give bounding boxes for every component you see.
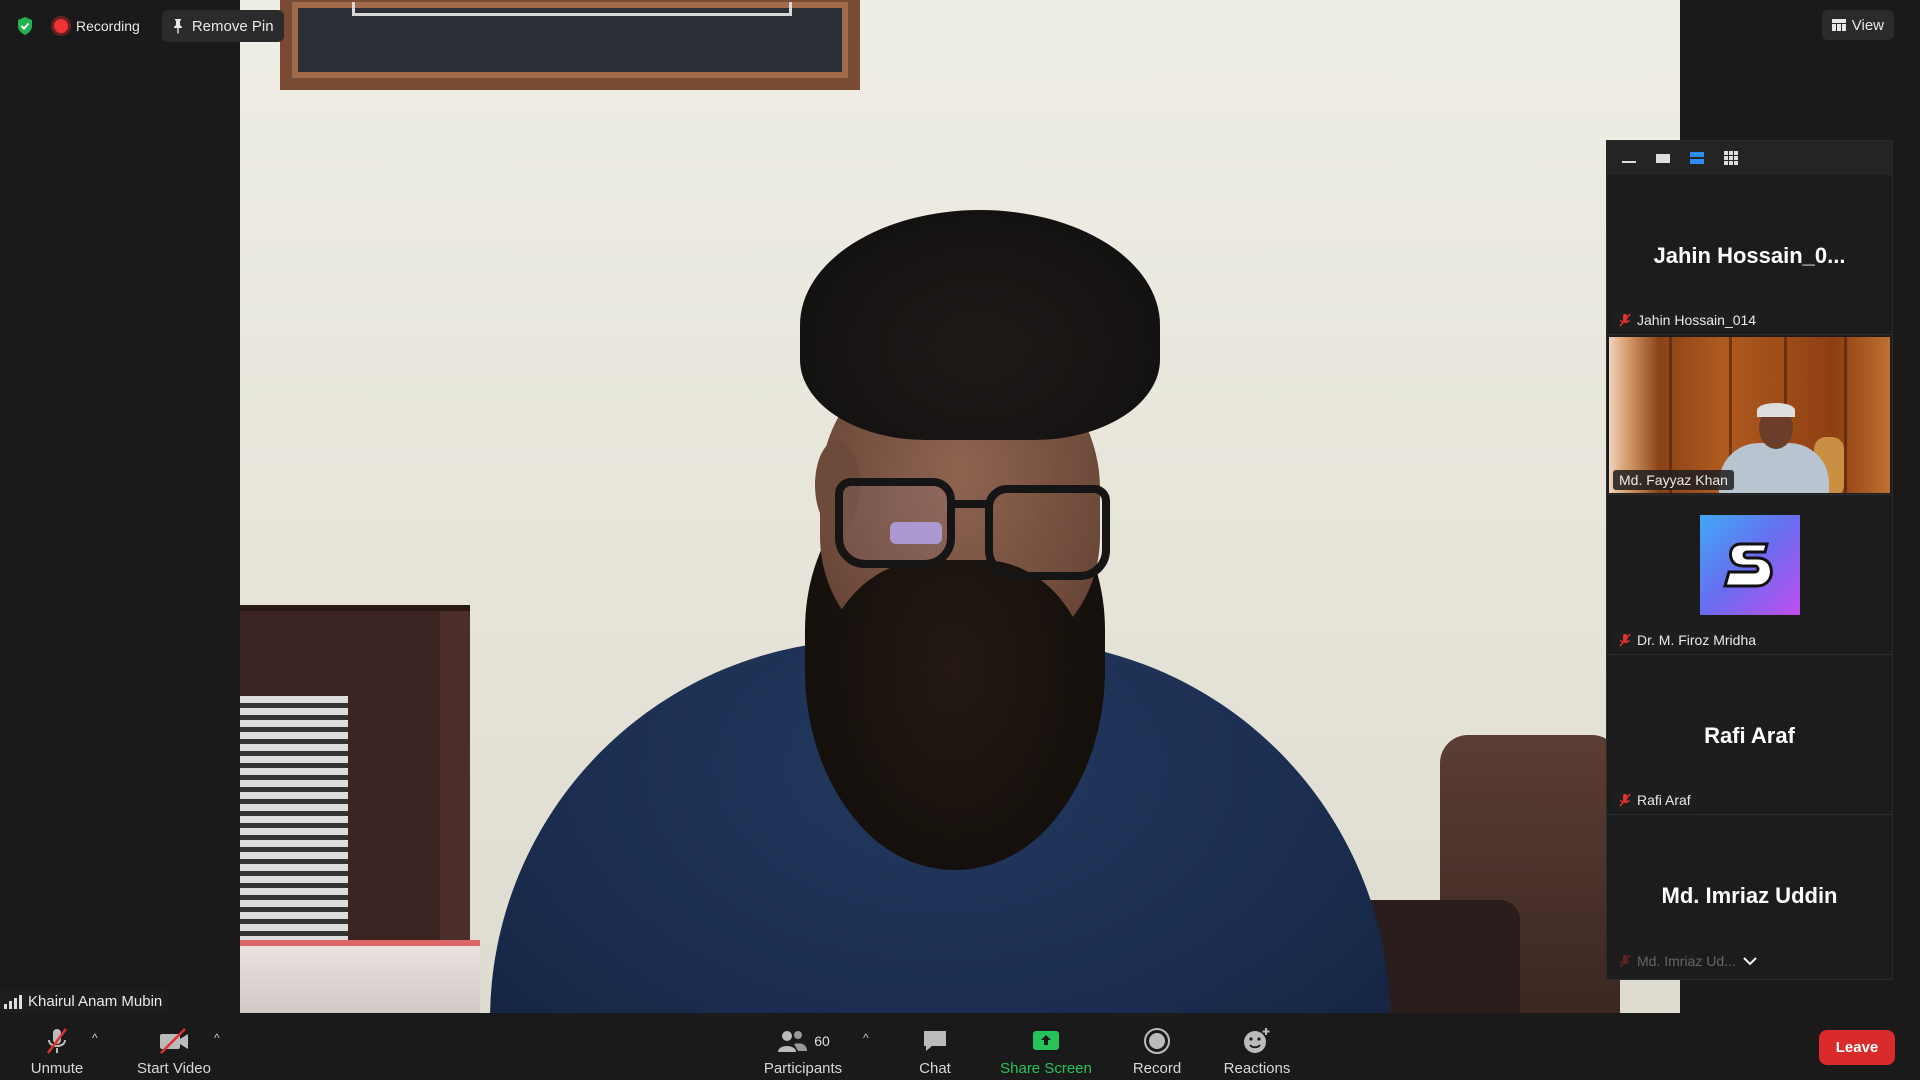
participant-display-name: Md. Imriaz Uddin — [1661, 883, 1838, 908]
audio-options-caret-icon[interactable]: ^ — [92, 1031, 98, 1045]
participants-caret-icon[interactable]: ^ — [863, 1031, 869, 1045]
participant-display-name: Jahin Hossain_0... — [1653, 243, 1846, 268]
participants-button[interactable]: 60 Participants — [760, 1021, 846, 1077]
reactions-smiley-icon — [1242, 1026, 1272, 1056]
participant-tile[interactable]: Md. Imriaz Uddin Md. Imriaz Ud... — [1607, 815, 1892, 975]
remove-pin-button[interactable]: Remove Pin — [161, 10, 284, 42]
participant-tile[interactable]: Dr. M. Firoz Mridha — [1607, 495, 1892, 655]
speaker-name-label: Khairul Anam Mubin — [0, 990, 169, 1013]
avatar — [1700, 515, 1800, 615]
record-icon — [1143, 1026, 1171, 1056]
muted-mic-icon — [1619, 793, 1631, 807]
remove-pin-label: Remove Pin — [191, 17, 274, 35]
speaker-person — [240, 0, 1680, 1013]
participant-name-label: Rafi Araf — [1613, 790, 1697, 810]
s-logo-icon — [1723, 542, 1773, 588]
zoom-meeting-window: Recording Remove Pin View Jahin Hossain_… — [0, 0, 1920, 1080]
chat-button[interactable]: Chat — [910, 1021, 960, 1077]
chat-bubble-icon — [921, 1026, 949, 1056]
top-left-bar: Recording Remove Pin — [14, 10, 284, 42]
grid-view-icon — [1831, 19, 1846, 31]
participant-name-label: Dr. M. Firoz Mridha — [1613, 630, 1763, 650]
participant-tile[interactable]: Rafi Araf Rafi Araf — [1607, 655, 1892, 815]
participant-tile[interactable]: Md. Fayyaz Khan — [1607, 335, 1892, 495]
start-video-button[interactable]: Start Video — [132, 1021, 216, 1077]
recording-dot-icon — [54, 19, 68, 33]
signal-strength-icon — [4, 994, 22, 1009]
share-screen-button[interactable]: Share Screen — [998, 1021, 1094, 1077]
participant-name-label: Md. Fayyaz Khan — [1613, 470, 1734, 490]
recording-indicator[interactable]: Recording — [46, 12, 152, 40]
share-screen-icon — [1031, 1026, 1061, 1056]
participants-video-panel: Jahin Hossain_0... Jahin Hossain_014 Md.… — [1606, 140, 1893, 980]
participant-name-label: Jahin Hossain_014 — [1613, 310, 1763, 330]
meeting-toolbar: Unmute ^ Start Video ^ 60 Participants ^… — [0, 1013, 1920, 1080]
scroll-down-chevron-icon[interactable] — [1607, 953, 1892, 973]
video-options-caret-icon[interactable]: ^ — [214, 1031, 220, 1045]
security-shield-icon[interactable] — [14, 14, 36, 38]
video-off-icon — [157, 1026, 191, 1056]
single-video-icon[interactable] — [1653, 150, 1673, 166]
muted-mic-icon — [1619, 633, 1631, 647]
record-button[interactable]: Record — [1130, 1021, 1184, 1077]
recording-label: Recording — [76, 18, 140, 34]
participants-icon: 60 — [776, 1026, 830, 1056]
filmstrip-icon[interactable] — [1687, 150, 1707, 166]
view-button[interactable]: View — [1821, 10, 1894, 40]
muted-microphone-icon — [42, 1026, 72, 1056]
panel-layout-bar — [1607, 141, 1892, 175]
unmute-button[interactable]: Unmute — [22, 1021, 92, 1077]
reactions-button[interactable]: Reactions — [1222, 1021, 1292, 1077]
leave-button[interactable]: Leave — [1819, 1030, 1895, 1065]
minimize-panel-icon[interactable] — [1619, 150, 1639, 166]
pin-icon — [173, 19, 182, 34]
muted-mic-icon — [1619, 313, 1631, 327]
gallery-grid-icon[interactable] — [1721, 150, 1741, 166]
view-label: View — [1851, 16, 1884, 34]
participant-tile[interactable]: Jahin Hossain_0... Jahin Hossain_014 — [1607, 175, 1892, 335]
participants-count: 60 — [814, 1033, 830, 1049]
pinned-video[interactable] — [240, 0, 1680, 1013]
participant-display-name: Rafi Araf — [1704, 723, 1795, 748]
